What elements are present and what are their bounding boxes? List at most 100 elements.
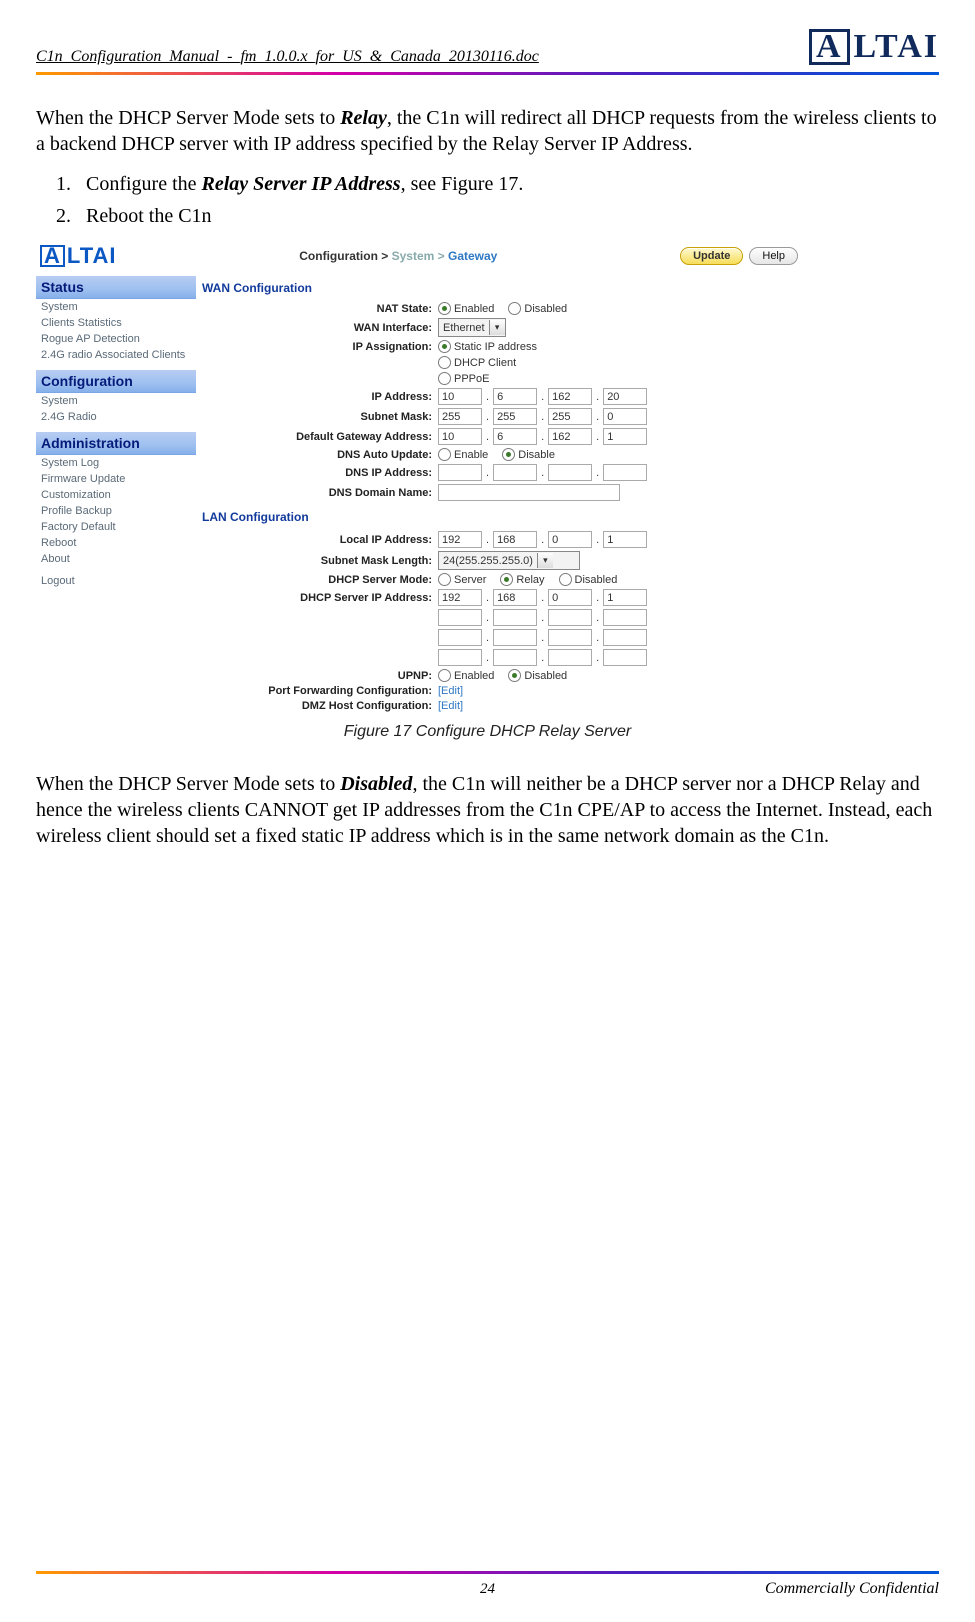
sip1-oct3-input[interactable]: 0 bbox=[548, 589, 592, 606]
sip2-oct4-input[interactable] bbox=[603, 609, 647, 626]
sip3-oct2-input[interactable] bbox=[493, 629, 537, 646]
dhcp-mode-relay-radio[interactable]: Relay bbox=[500, 573, 544, 586]
lip-oct3-input[interactable]: 0 bbox=[548, 531, 592, 548]
nat-enabled-radio[interactable]: Enabled bbox=[438, 302, 494, 315]
radio-off-icon bbox=[438, 372, 451, 385]
sidebar-item-fw-update[interactable]: Firmware Update bbox=[36, 471, 196, 487]
sip4-oct3-input[interactable] bbox=[548, 649, 592, 666]
sip4-oct2-input[interactable] bbox=[493, 649, 537, 666]
ip-assign-dhcp-radio[interactable]: DHCP Client bbox=[438, 356, 516, 369]
sidebar-item-assoc-clients[interactable]: 2.4G radio Associated Clients bbox=[36, 347, 196, 363]
sidebar-item-system[interactable]: System bbox=[36, 299, 196, 315]
ip-oct4-input[interactable]: 20 bbox=[603, 388, 647, 405]
local-ip-label: Local IP Address: bbox=[202, 534, 438, 546]
sidebar-item-profile-backup[interactable]: Profile Backup bbox=[36, 503, 196, 519]
sip3-oct3-input[interactable] bbox=[548, 629, 592, 646]
page-header: C1n_Configuration_Manual_-_fm_1.0.0.x_fo… bbox=[36, 28, 939, 70]
dmz-edit-link[interactable]: [Edit] bbox=[438, 700, 463, 712]
sidebar-item-syslog[interactable]: System Log bbox=[36, 455, 196, 471]
gw-oct1-input[interactable]: 10 bbox=[438, 428, 482, 445]
breadcrumb: Configuration > System > Gateway bbox=[299, 249, 497, 263]
sidebar-head-status: Status bbox=[36, 275, 196, 299]
dns-auto-disable-radio[interactable]: Disable bbox=[502, 448, 555, 461]
ip-address-label: IP Address: bbox=[202, 391, 438, 403]
sip2-oct2-input[interactable] bbox=[493, 609, 537, 626]
ip-assign-label: IP Assignation: bbox=[202, 341, 438, 353]
chevron-down-icon: ▾ bbox=[537, 553, 553, 568]
dhcp-mode-server-radio[interactable]: Server bbox=[438, 573, 486, 586]
sidebar-item-logout[interactable]: Logout bbox=[36, 573, 196, 589]
sidebar-item-about[interactable]: About bbox=[36, 551, 196, 567]
dhcp-mode-disabled-radio[interactable]: Disabled bbox=[559, 573, 618, 586]
help-button[interactable]: Help bbox=[749, 247, 798, 265]
gw-oct4-input[interactable]: 1 bbox=[603, 428, 647, 445]
lip-oct2-input[interactable]: 168 bbox=[493, 531, 537, 548]
dnsip-oct1-input[interactable] bbox=[438, 464, 482, 481]
paragraph-relay: When the DHCP Server Mode sets to Relay,… bbox=[36, 105, 939, 157]
port-fwd-label: Port Forwarding Configuration: bbox=[202, 685, 438, 697]
footer-rule bbox=[36, 1571, 939, 1574]
sidebar-item-customization[interactable]: Customization bbox=[36, 487, 196, 503]
ip-oct3-input[interactable]: 162 bbox=[548, 388, 592, 405]
shot-logo: ALTAI bbox=[40, 243, 117, 269]
mask-oct3-input[interactable]: 255 bbox=[548, 408, 592, 425]
dhcp-mode-label: DHCP Server Mode: bbox=[202, 574, 438, 586]
radio-on-icon bbox=[508, 669, 521, 682]
gw-oct2-input[interactable]: 6 bbox=[493, 428, 537, 445]
lip-oct1-input[interactable]: 192 bbox=[438, 531, 482, 548]
sidebar-item-factory-default[interactable]: Factory Default bbox=[36, 519, 196, 535]
step-2: Reboot the C1n bbox=[76, 203, 939, 229]
radio-on-icon bbox=[438, 302, 451, 315]
radio-off-icon bbox=[438, 356, 451, 369]
sip2-oct3-input[interactable] bbox=[548, 609, 592, 626]
dnsip-oct4-input[interactable] bbox=[603, 464, 647, 481]
nat-disabled-radio[interactable]: Disabled bbox=[508, 302, 567, 315]
ip-oct1-input[interactable]: 10 bbox=[438, 388, 482, 405]
logo-icon: A bbox=[809, 29, 850, 65]
port-fwd-edit-link[interactable]: [Edit] bbox=[438, 685, 463, 697]
sidebar-item-clients-stats[interactable]: Clients Statistics bbox=[36, 315, 196, 331]
logo: ALTAI bbox=[809, 28, 939, 66]
upnp-disabled-radio[interactable]: Disabled bbox=[508, 669, 567, 682]
mask-length-select[interactable]: 24(255.255.255.0)▾ bbox=[438, 551, 580, 570]
sidebar-item-rogue-ap[interactable]: Rogue AP Detection bbox=[36, 331, 196, 347]
radio-on-icon bbox=[438, 340, 451, 353]
dns-auto-enable-radio[interactable]: Enable bbox=[438, 448, 488, 461]
section-lan: LAN Configuration bbox=[202, 504, 800, 528]
ip-assign-static-radio[interactable]: Static IP address bbox=[438, 340, 537, 353]
page-footer: 24 . Commercially Confidential bbox=[36, 1569, 939, 1598]
mask-oct4-input[interactable]: 0 bbox=[603, 408, 647, 425]
dnsip-oct3-input[interactable] bbox=[548, 464, 592, 481]
paragraph-disabled: When the DHCP Server Mode sets to Disabl… bbox=[36, 771, 939, 849]
dnsip-oct2-input[interactable] bbox=[493, 464, 537, 481]
radio-off-icon bbox=[559, 573, 572, 586]
sip1-oct4-input[interactable]: 1 bbox=[603, 589, 647, 606]
dns-auto-label: DNS Auto Update: bbox=[202, 449, 438, 461]
sip3-oct1-input[interactable] bbox=[438, 629, 482, 646]
sidebar-item-cfg-system[interactable]: System bbox=[36, 393, 196, 409]
sip4-oct4-input[interactable] bbox=[603, 649, 647, 666]
mask-oct1-input[interactable]: 255 bbox=[438, 408, 482, 425]
sip3-oct4-input[interactable] bbox=[603, 629, 647, 646]
sidebar-item-cfg-radio[interactable]: 2.4G Radio bbox=[36, 409, 196, 425]
ip-oct2-input[interactable]: 6 bbox=[493, 388, 537, 405]
steps-list: Configure the Relay Server IP Address, s… bbox=[76, 171, 939, 229]
sip1-oct2-input[interactable]: 168 bbox=[493, 589, 537, 606]
upnp-enabled-radio[interactable]: Enabled bbox=[438, 669, 494, 682]
main-form: WAN Configuration NAT State: Enabled Dis… bbox=[196, 275, 806, 715]
figure-caption: Figure 17 Configure DHCP Relay Server bbox=[36, 723, 939, 741]
sidebar-item-reboot[interactable]: Reboot bbox=[36, 535, 196, 551]
dns-domain-input[interactable] bbox=[438, 484, 620, 501]
update-button[interactable]: Update bbox=[680, 247, 743, 265]
chevron-down-icon: ▾ bbox=[489, 320, 505, 335]
lip-oct4-input[interactable]: 1 bbox=[603, 531, 647, 548]
radio-off-icon bbox=[508, 302, 521, 315]
ip-assign-pppoe-radio[interactable]: PPPoE bbox=[438, 372, 489, 385]
sip4-oct1-input[interactable] bbox=[438, 649, 482, 666]
mask-oct2-input[interactable]: 255 bbox=[493, 408, 537, 425]
wan-interface-label: WAN Interface: bbox=[202, 322, 438, 334]
wan-interface-select[interactable]: Ethernet▾ bbox=[438, 318, 506, 337]
gw-oct3-input[interactable]: 162 bbox=[548, 428, 592, 445]
sip2-oct1-input[interactable] bbox=[438, 609, 482, 626]
sip1-oct1-input[interactable]: 192 bbox=[438, 589, 482, 606]
